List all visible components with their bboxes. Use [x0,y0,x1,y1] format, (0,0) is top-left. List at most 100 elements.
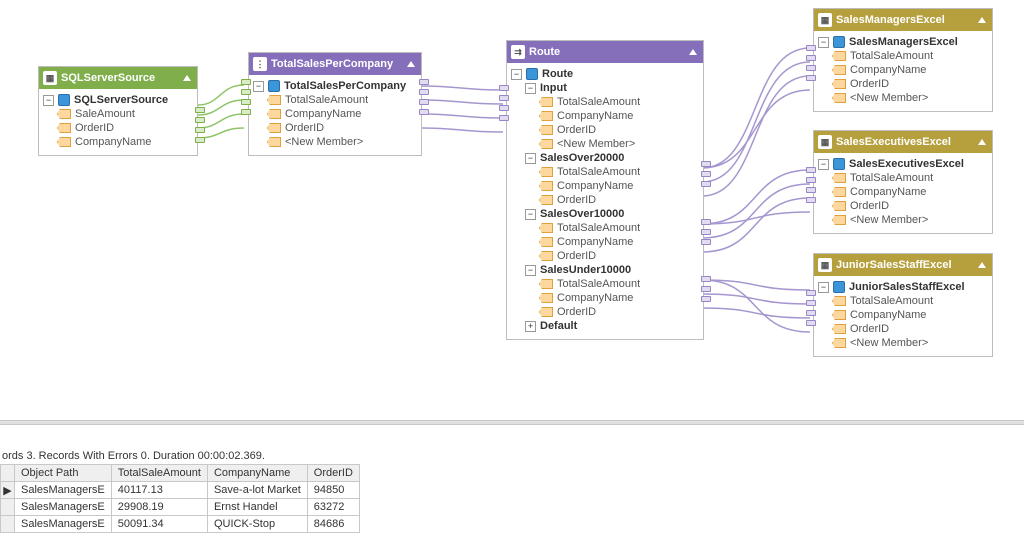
field-row[interactable]: OrderID [818,322,986,336]
field-row[interactable]: TotalSaleAmount [511,277,697,291]
table-row[interactable]: ▶ SalesManagersE 40117.13 Save-a-lot Mar… [1,482,360,499]
field-row[interactable]: OrderID [511,123,697,137]
expander-minus-icon[interactable]: − [525,83,536,94]
field-row[interactable]: OrderID [43,121,191,135]
field-row[interactable]: <New Member> [818,91,986,105]
input-port[interactable] [806,310,816,316]
field-row[interactable]: CompanyName [511,235,697,249]
collapse-arrow-icon[interactable] [978,262,986,268]
output-port[interactable] [419,79,429,85]
field-row[interactable]: TotalSaleAmount [511,221,697,235]
input-port[interactable] [241,99,251,105]
field-row[interactable]: TotalSaleAmount [511,95,697,109]
collapse-arrow-icon[interactable] [183,75,191,81]
column-header[interactable]: OrderID [307,465,359,482]
node-total-sales[interactable]: ⋮ TotalSalesPerCompany − TotalSalesPerCo… [248,52,422,156]
expander-minus-icon[interactable]: − [525,265,536,276]
output-port[interactable] [195,137,205,143]
input-port[interactable] [806,177,816,183]
output-port[interactable] [195,107,205,113]
collapse-arrow-icon[interactable] [978,139,986,145]
row-selector[interactable]: ▶ [1,482,15,499]
output-port[interactable] [419,99,429,105]
field-row[interactable]: OrderID [511,305,697,319]
output-port[interactable] [701,296,711,302]
input-port[interactable] [806,65,816,71]
input-port[interactable] [241,89,251,95]
expander-minus-icon[interactable]: − [511,69,522,80]
input-port[interactable] [241,109,251,115]
node-header[interactable]: ⋮ TotalSalesPerCompany [249,53,421,75]
field-row[interactable]: TotalSaleAmount [818,49,986,63]
field-row[interactable]: CompanyName [511,291,697,305]
node-header[interactable]: ▦ SQLServerSource [39,67,197,89]
field-row[interactable]: OrderID [253,121,415,135]
input-port[interactable] [241,79,251,85]
input-port[interactable] [499,105,509,111]
output-port[interactable] [419,109,429,115]
expander-plus-icon[interactable]: + [525,321,536,332]
field-row[interactable]: TotalSaleAmount [818,171,986,185]
input-port[interactable] [806,187,816,193]
output-port[interactable] [701,171,711,177]
field-row[interactable]: CompanyName [253,107,415,121]
field-row[interactable]: TotalSaleAmount [818,294,986,308]
input-port[interactable] [806,75,816,81]
field-row[interactable]: <New Member> [818,213,986,227]
field-row[interactable]: TotalSaleAmount [511,165,697,179]
expander-minus-icon[interactable]: − [43,95,54,106]
input-port[interactable] [499,85,509,91]
node-route[interactable]: ⇉ Route − Route −Input TotalSaleAmount C… [506,40,704,340]
node-header[interactable]: ⇉ Route [507,41,703,63]
output-port[interactable] [701,239,711,245]
input-port[interactable] [499,115,509,121]
input-port[interactable] [499,95,509,101]
node-junior-sales[interactable]: ▦ JuniorSalesStaffExcel − JuniorSalesSta… [813,253,993,357]
field-row[interactable]: TotalSaleAmount [253,93,415,107]
column-header[interactable]: CompanyName [207,465,307,482]
field-row[interactable]: OrderID [511,249,697,263]
column-header[interactable]: Object Path [15,465,112,482]
output-port[interactable] [419,89,429,95]
expander-minus-icon[interactable]: − [525,209,536,220]
output-port[interactable] [701,181,711,187]
output-port[interactable] [195,127,205,133]
field-row[interactable]: CompanyName [818,63,986,77]
input-port[interactable] [806,197,816,203]
field-row[interactable]: CompanyName [43,135,191,149]
node-header[interactable]: ▦ SalesManagersExcel [814,9,992,31]
input-port[interactable] [806,45,816,51]
row-selector[interactable] [1,516,15,533]
output-port[interactable] [701,276,711,282]
table-row[interactable]: SalesManagersE 29908.19 Ernst Handel 632… [1,499,360,516]
field-row[interactable]: <New Member> [511,137,697,151]
results-table[interactable]: Object Path TotalSaleAmount CompanyName … [0,464,360,533]
collapse-arrow-icon[interactable] [978,17,986,23]
input-port[interactable] [806,320,816,326]
field-row[interactable]: OrderID [511,193,697,207]
expander-minus-icon[interactable]: − [253,81,264,92]
collapse-arrow-icon[interactable] [407,61,415,67]
field-row[interactable]: CompanyName [818,308,986,322]
input-port[interactable] [806,300,816,306]
field-row[interactable]: CompanyName [511,179,697,193]
input-port[interactable] [806,290,816,296]
field-row[interactable]: CompanyName [818,185,986,199]
node-header[interactable]: ▦ JuniorSalesStaffExcel [814,254,992,276]
row-selector[interactable] [1,499,15,516]
panel-divider[interactable] [0,420,1024,425]
node-sales-managers[interactable]: ▦ SalesManagersExcel − SalesManagersExce… [813,8,993,112]
output-port[interactable] [701,286,711,292]
input-port[interactable] [806,167,816,173]
field-row[interactable]: CompanyName [511,109,697,123]
expander-minus-icon[interactable]: − [818,37,829,48]
table-row[interactable]: SalesManagersE 50091.34 QUICK-Stop 84686 [1,516,360,533]
field-row[interactable]: OrderID [818,199,986,213]
field-row[interactable]: OrderID [818,77,986,91]
output-port[interactable] [701,229,711,235]
node-sqlserver-source[interactable]: ▦ SQLServerSource − SQLServerSource Sale… [38,66,198,156]
output-port[interactable] [195,117,205,123]
field-row[interactable]: SaleAmount [43,107,191,121]
expander-minus-icon[interactable]: − [818,282,829,293]
output-port[interactable] [701,219,711,225]
